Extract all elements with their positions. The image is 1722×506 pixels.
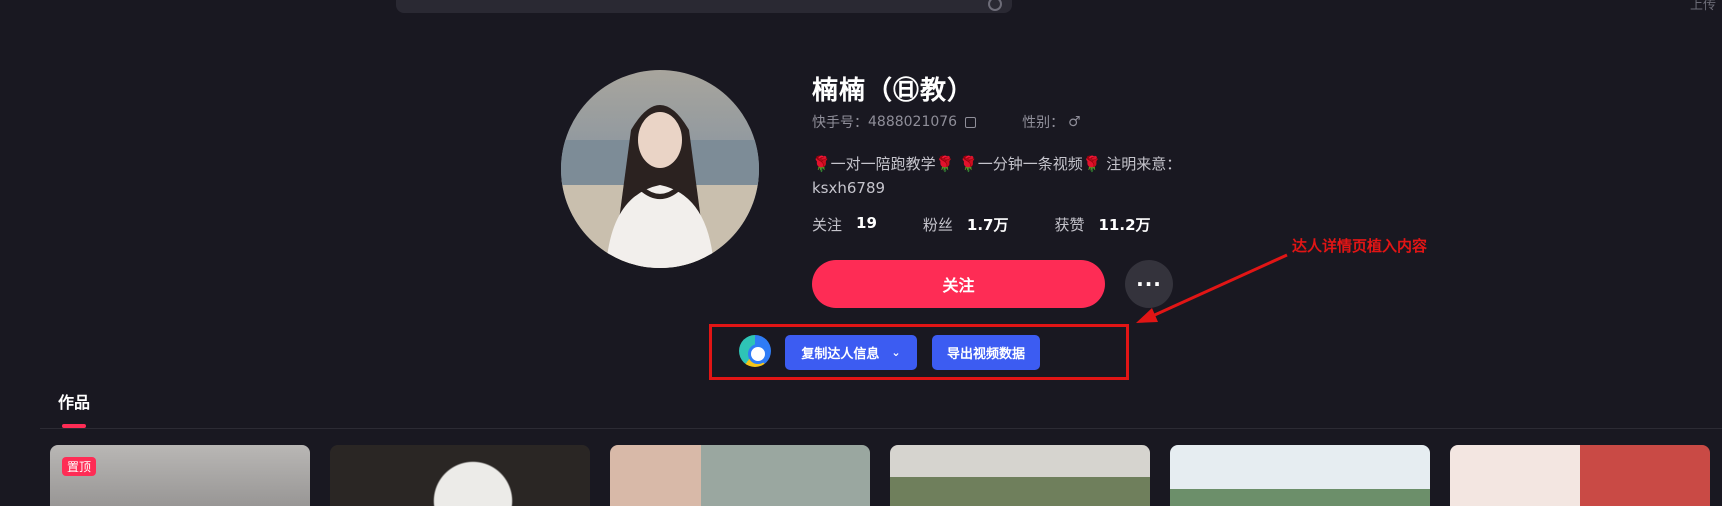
stat-following[interactable]: 关注 19 — [812, 214, 877, 235]
export-video-data-button[interactable]: 导出视频数据 — [932, 335, 1040, 370]
stat-label: 获赞 — [1054, 216, 1085, 234]
bio-line: 🌹一对一陪跑教学🌹 🌹一分钟一条视频🌹 注明来意： — [812, 155, 1182, 173]
copy-info-label: 复制达人信息 — [801, 347, 880, 362]
stat-label: 关注 — [812, 216, 843, 234]
video-thumbnail[interactable] — [890, 445, 1150, 506]
copy-icon[interactable] — [965, 116, 977, 128]
stat-value: 19 — [856, 214, 877, 232]
plugin-highlight-box: 复制达人信息 ⌄ 导出视频数据 — [709, 324, 1129, 380]
bio: 🌹一对一陪跑教学🌹 🌹一分钟一条视频🌹 注明来意： ksxh6789 — [812, 152, 1212, 200]
bio-line: ksxh6789 — [812, 179, 886, 197]
video-thumbnail[interactable] — [610, 445, 870, 506]
stat-value: 11.2万 — [1098, 216, 1151, 234]
stat-value: 1.7万 — [966, 216, 1009, 234]
stat-likes: 获赞 11.2万 — [1054, 214, 1150, 235]
video-thumbnail[interactable] — [1170, 445, 1430, 506]
stat-label: 粉丝 — [922, 216, 953, 234]
stats-row: 关注 19 粉丝 1.7万 获赞 11.2万 — [812, 214, 1197, 235]
profile-page: 上传 楠楠（㊐教） 快手号： 4888021076 性别： ♂ 🌹一对一陪跑教学… — [0, 0, 1722, 506]
upload-link[interactable]: 上传 — [1690, 0, 1716, 13]
avatar[interactable] — [561, 70, 759, 268]
video-thumbnail[interactable] — [330, 445, 590, 506]
search-icon[interactable] — [988, 0, 1002, 11]
chevron-down-icon: ⌄ — [891, 346, 901, 359]
kuaishou-id: 4888021076 — [868, 114, 958, 130]
avatar-image — [561, 105, 759, 268]
pinned-badge: 置顶 — [62, 457, 97, 476]
nickname: 楠楠（㊐教） — [812, 76, 975, 106]
profile-meta: 快手号： 4888021076 性别： ♂ — [812, 112, 1081, 132]
copy-info-button[interactable]: 复制达人信息 ⌄ — [785, 335, 917, 370]
search-bar[interactable] — [396, 0, 1012, 13]
annotation-text: 达人详情页植入内容 — [1292, 237, 1428, 255]
male-icon: ♂ — [1068, 114, 1081, 130]
more-button[interactable]: ··· — [1125, 260, 1173, 308]
gender-label: 性别： — [1022, 115, 1065, 131]
video-thumbnail[interactable]: 置顶 — [50, 445, 310, 506]
tab-divider — [40, 428, 1722, 429]
kuaishou-id-label: 快手号： — [812, 115, 868, 131]
video-thumbnail[interactable] — [1450, 445, 1710, 506]
stat-followers[interactable]: 粉丝 1.7万 — [923, 214, 1009, 235]
tab-works[interactable]: 作品 — [58, 389, 90, 413]
follow-button[interactable]: 关注 — [812, 260, 1105, 308]
plugin-logo-icon[interactable] — [739, 335, 771, 367]
